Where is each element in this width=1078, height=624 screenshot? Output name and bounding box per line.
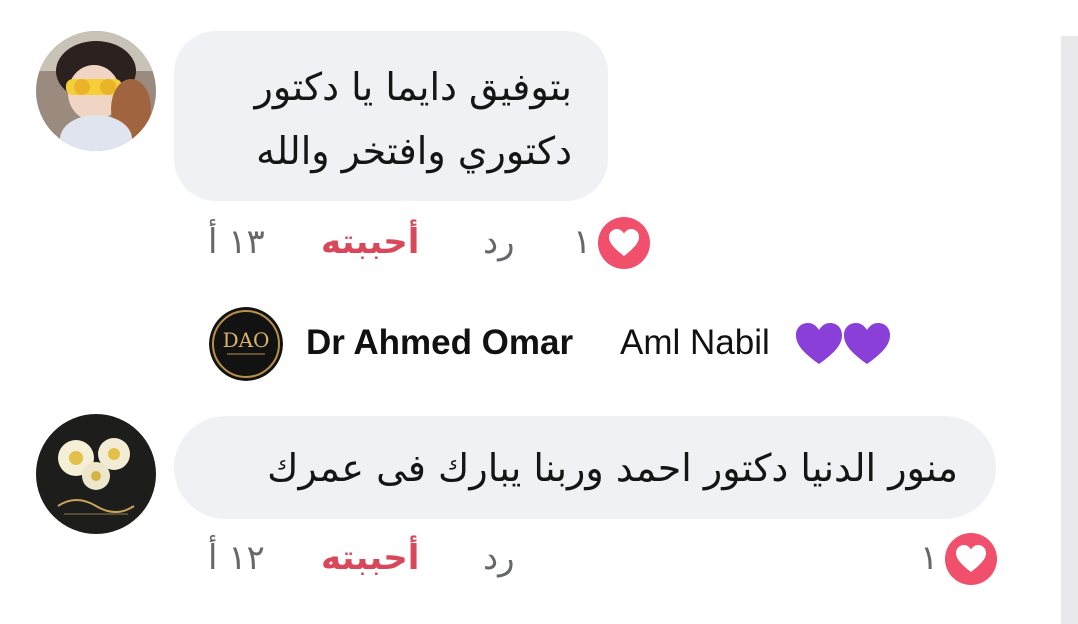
heart-icon[interactable] [945,533,997,585]
svg-text:DAO: DAO [223,328,270,352]
comment-text: منور الدنيا دكتور احمد وربنا يبارك فى عم… [267,446,958,490]
comments-thread: بتوفيق دايما يا دكتور دكتوري وافتخر والل… [0,0,1078,624]
page-avatar[interactable]: DAO [209,307,283,381]
page-author-name[interactable]: Dr Ahmed Omar [306,320,573,366]
scrollbar[interactable] [1061,36,1078,624]
mention-tag[interactable]: Aml Nabil [620,320,770,366]
reply-button[interactable]: رد [483,222,515,262]
purple-heart-icon [844,323,890,364]
purple-heart-emoji [795,322,891,370]
reply-button[interactable]: رد [483,538,515,578]
comment-bubble[interactable]: منور الدنيا دكتور احمد وربنا يبارك فى عم… [174,416,996,519]
comment-text: بتوفيق دايما يا دكتور دكتوري وافتخر والل… [254,65,572,173]
comment-time: ١٢ أ [208,538,265,578]
like-button[interactable]: أحببته [321,538,419,578]
reaction-count[interactable]: ١ [573,222,591,262]
avatar[interactable] [36,31,156,151]
comment-bubble[interactable]: بتوفيق دايما يا دكتور دكتوري وافتخر والل… [174,31,608,201]
comment-time: ١٣ أ [208,222,265,262]
purple-heart-icon [796,323,842,364]
avatar[interactable] [36,414,156,534]
heart-icon[interactable] [598,217,650,269]
reaction-count[interactable]: ١ [920,538,938,578]
like-button[interactable]: أحببته [321,222,419,262]
